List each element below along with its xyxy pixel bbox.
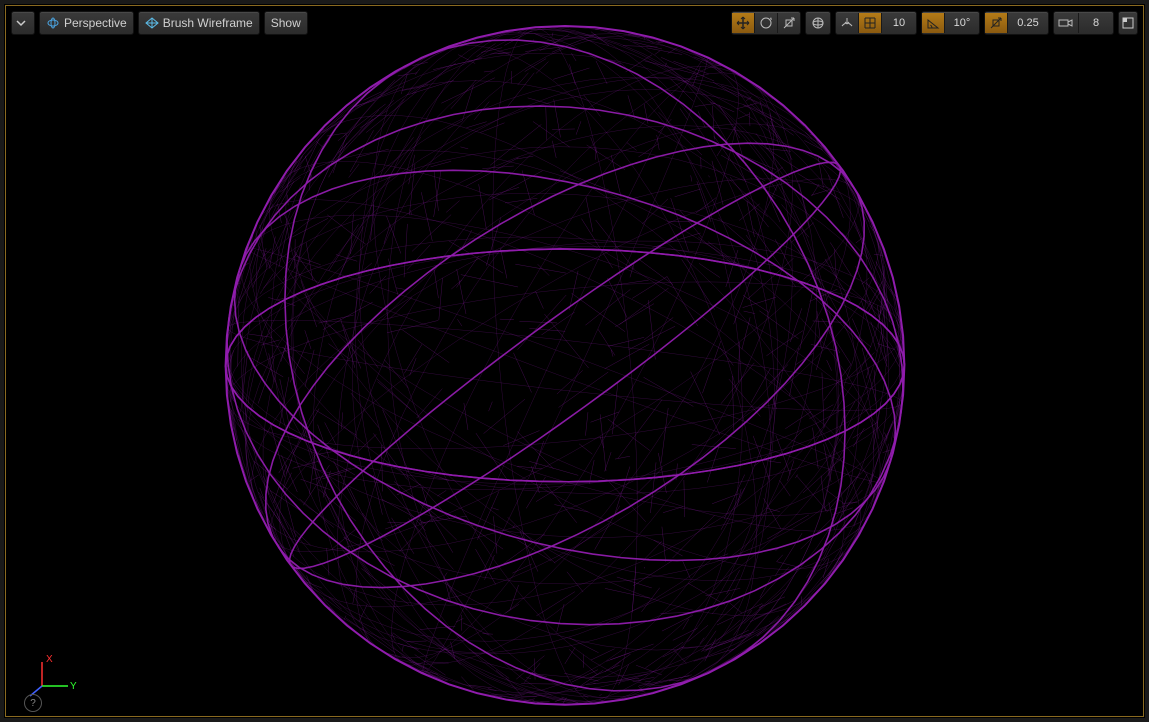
scale-snap-toggle[interactable] bbox=[985, 13, 1007, 33]
viewport-options-dropdown[interactable] bbox=[11, 11, 35, 35]
toolbar-right-group: 10 10° 0.25 8 bbox=[731, 11, 1138, 33]
viewport-canvas[interactable] bbox=[6, 6, 1143, 717]
snap-segment: 10 bbox=[835, 11, 917, 35]
perspective-dropdown[interactable]: Perspective bbox=[39, 11, 134, 35]
transform-mode-segment bbox=[731, 11, 801, 35]
translate-mode-button[interactable] bbox=[732, 13, 754, 33]
maximize-viewport-button[interactable] bbox=[1118, 11, 1138, 35]
camera-speed-value[interactable]: 8 bbox=[1078, 13, 1113, 33]
coord-space-segment bbox=[805, 11, 831, 35]
show-dropdown[interactable]: Show bbox=[264, 11, 308, 35]
toolbar-left-group: Perspective Brush Wireframe Show bbox=[11, 11, 308, 33]
surface-snap-button[interactable] bbox=[836, 13, 858, 33]
scale-snap-value[interactable]: 0.25 bbox=[1007, 13, 1048, 33]
maximize-icon bbox=[1122, 17, 1134, 29]
help-button[interactable]: ? bbox=[24, 694, 42, 712]
angle-snap-toggle[interactable] bbox=[922, 13, 944, 33]
chevron-down-icon bbox=[16, 18, 26, 28]
angle-snap-value[interactable]: 10° bbox=[944, 13, 979, 33]
viewport-frame: Perspective Brush Wireframe Show bbox=[5, 5, 1144, 717]
rotate-mode-button[interactable] bbox=[754, 13, 777, 33]
wireframe-icon bbox=[145, 17, 159, 29]
viewmode-label: Brush Wireframe bbox=[163, 16, 253, 30]
grid-snap-toggle[interactable] bbox=[858, 13, 881, 33]
camera-speed-button[interactable] bbox=[1054, 13, 1078, 33]
scale-snap-segment: 0.25 bbox=[984, 11, 1049, 35]
grid-snap-value[interactable]: 10 bbox=[881, 13, 916, 33]
perspective-label: Perspective bbox=[64, 16, 127, 30]
angle-snap-segment: 10° bbox=[921, 11, 980, 35]
axis-y-label: Y bbox=[70, 681, 77, 692]
camera-speed-segment: 8 bbox=[1053, 11, 1114, 35]
axis-x-label: X bbox=[46, 654, 53, 665]
coordinate-space-button[interactable] bbox=[806, 13, 830, 33]
help-icon: ? bbox=[30, 698, 36, 709]
perspective-icon bbox=[46, 17, 60, 29]
viewmode-dropdown[interactable]: Brush Wireframe bbox=[138, 11, 260, 35]
scale-mode-button[interactable] bbox=[777, 13, 800, 33]
show-label: Show bbox=[271, 16, 301, 30]
